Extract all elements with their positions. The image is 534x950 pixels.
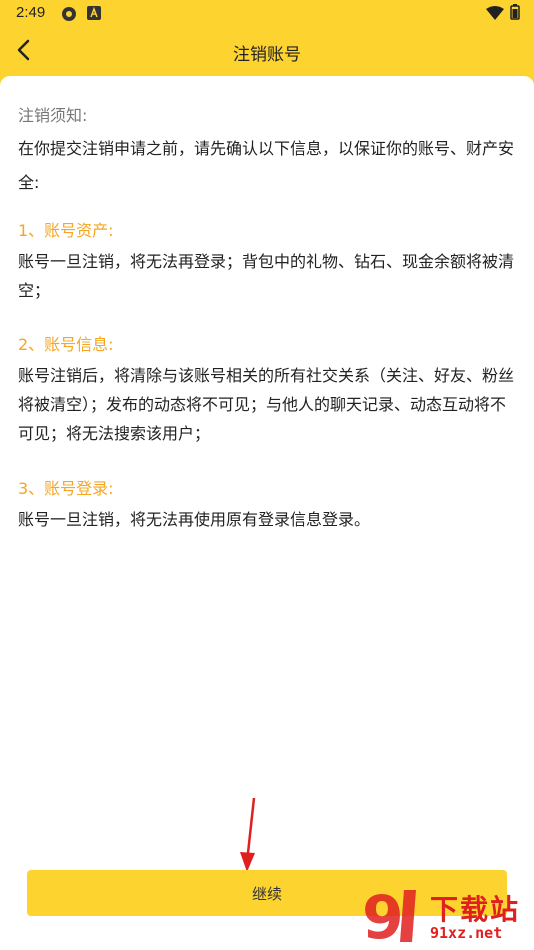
wifi-icon bbox=[486, 5, 504, 24]
annotation-arrow bbox=[236, 796, 266, 880]
notice-intro: 在你提交注销申请之前，请先确认以下信息，以保证你的账号、财产安全: bbox=[18, 139, 515, 192]
svg-text:9: 9 bbox=[362, 883, 404, 950]
watermark-brand: 下载站 bbox=[430, 893, 521, 926]
section-account-assets: 1、账号资产: 账号一旦注销，将无法再登录；背包中的礼物、钻石、现金余额将被清空… bbox=[18, 218, 518, 305]
watermark-url: 91xz.net bbox=[430, 924, 503, 942]
section-body: 账号一旦注销，将无法再登录；背包中的礼物、钻石、现金余额将被清空； bbox=[18, 252, 515, 300]
section-body: 账号注销后，将清除与该账号相关的所有社交关系（关注、好友、粉丝将被清空）；发布的… bbox=[18, 366, 515, 443]
content-card: 注销须知: 在你提交注销申请之前，请先确认以下信息，以保证你的账号、财产安全: … bbox=[0, 76, 534, 950]
section-title: 3、账号登录: bbox=[18, 479, 114, 498]
settings-gear-icon bbox=[60, 5, 78, 27]
section-account-login: 3、账号登录: 账号一旦注销，将无法再使用原有登录信息登录。 bbox=[18, 476, 518, 534]
site-watermark: 9 下载站 91xz.net bbox=[360, 880, 530, 950]
section-account-info: 2、账号信息: 账号注销后，将清除与该账号相关的所有社交关系（关注、好友、粉丝将… bbox=[18, 332, 518, 448]
section-title: 2、账号信息: bbox=[18, 335, 114, 354]
status-bar: 2:49 bbox=[0, 0, 534, 28]
app-notification-icon bbox=[86, 5, 102, 25]
section-title: 1、账号资产: bbox=[18, 221, 114, 240]
status-time: 2:49 bbox=[16, 4, 46, 21]
section-body: 账号一旦注销，将无法再使用原有登录信息登录。 bbox=[18, 510, 371, 529]
page-title: 注销账号 bbox=[233, 45, 301, 65]
status-icons bbox=[486, 4, 520, 24]
nav-bar: 注销账号 bbox=[0, 28, 534, 76]
battery-icon bbox=[510, 4, 520, 24]
notice-title: 注销须知: bbox=[18, 106, 88, 125]
